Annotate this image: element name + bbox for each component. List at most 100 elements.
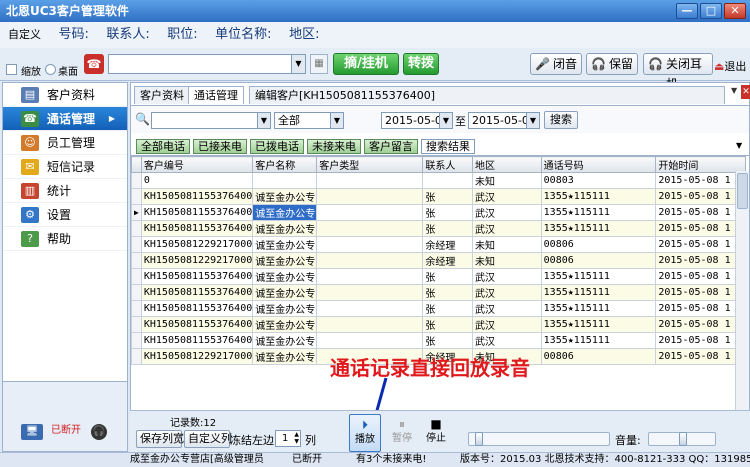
sidebar-item-stats[interactable]: ▥ 统计: [3, 179, 127, 203]
tab-call-management[interactable]: 通话管理: [188, 86, 244, 104]
column-header[interactable]: 客户编号: [140, 156, 254, 173]
search-button[interactable]: 搜索: [544, 111, 578, 129]
close-tab-icon[interactable]: ✕: [741, 85, 750, 99]
table-cell[interactable]: 张: [422, 268, 473, 285]
column-header[interactable]: 客户类型: [316, 156, 424, 173]
table-cell[interactable]: 余经理: [422, 252, 473, 269]
table-cell[interactable]: KH1505081229217000: [140, 252, 254, 269]
table-cell[interactable]: 2015-05-08 1: [655, 204, 746, 221]
table-cell[interactable]: 诚至金办公专: [252, 236, 318, 253]
table-cell[interactable]: [316, 252, 424, 269]
column-header[interactable]: 联系人: [422, 156, 473, 173]
table-cell[interactable]: 未知: [471, 172, 542, 189]
minimize-button[interactable]: —: [676, 3, 698, 19]
transfer-button[interactable]: 转拨: [403, 53, 439, 75]
category-combo[interactable]: 全部 ▼: [274, 112, 344, 129]
table-row[interactable]: KH1505081155376400 诚至金办公专 张武汉 1355★115111 20…: [131, 300, 749, 317]
exit-button[interactable]: ⏏退出: [714, 58, 746, 74]
table-cell[interactable]: 诚至金办公专: [252, 220, 318, 237]
table-cell[interactable]: [316, 332, 424, 349]
table-cell[interactable]: [316, 300, 424, 317]
table-cell[interactable]: [316, 220, 424, 237]
table-row[interactable]: KH1505081229217000 诚至金办公专 余经理 未知 00806 2015-0…: [131, 236, 749, 253]
table-cell[interactable]: 2015-05-08 1: [655, 332, 746, 349]
table-cell[interactable]: [422, 172, 473, 189]
table-cell[interactable]: 2015-05-08 1: [655, 236, 746, 253]
table-cell[interactable]: 2015-05-08 1: [655, 172, 746, 189]
sidebar-item-call[interactable]: ☎ 通话管理 ▶: [3, 107, 127, 131]
subtab-dialed[interactable]: 已拨电话: [250, 139, 304, 154]
table-row[interactable]: KH1505081155376400 诚至金办公专 张武汉 1355★115111 20…: [131, 188, 749, 205]
table-cell[interactable]: KH1505081155376400: [140, 332, 254, 349]
table-cell[interactable]: 张: [422, 316, 473, 333]
table-cell[interactable]: 武汉: [471, 220, 542, 237]
table-cell[interactable]: 0: [140, 172, 254, 189]
table-row[interactable]: KH1505081155376400 诚至金办公专 张武汉 1355★115111 20…: [131, 220, 749, 237]
maximize-button[interactable]: □: [700, 3, 722, 19]
table-cell[interactable]: KH1505081155376400: [140, 188, 254, 205]
subtab-menu-icon[interactable]: ▼: [736, 141, 742, 150]
dial-hangup-button[interactable]: 摘/挂机: [333, 53, 399, 75]
table-cell[interactable]: KH1505081155376400: [140, 300, 254, 317]
keypad-icon[interactable]: ▦: [310, 54, 328, 74]
table-cell[interactable]: 武汉: [471, 268, 542, 285]
shrink-checkbox[interactable]: [6, 64, 17, 75]
table-cell[interactable]: KH1505081155376400: [140, 316, 254, 333]
table-cell[interactable]: 诚至金办公专: [252, 268, 318, 285]
table-cell[interactable]: 1355★115111: [540, 220, 657, 237]
table-cell[interactable]: 1355★115111: [540, 204, 657, 221]
freeze-columns-spinner[interactable]: 1 ▲ ▼: [275, 430, 301, 447]
playback-progress-slider[interactable]: [468, 432, 610, 446]
table-cell[interactable]: 武汉: [471, 300, 542, 317]
table-cell[interactable]: 1355★115111: [540, 268, 657, 285]
subtab-search-results[interactable]: 搜索结果: [421, 139, 475, 154]
table-cell[interactable]: 1355★115111: [540, 188, 657, 205]
table-cell[interactable]: 2015-05-08 1: [655, 252, 746, 269]
table-cell[interactable]: 00806: [540, 252, 657, 269]
table-row[interactable]: ▶ KH1505081155376400 诚至金办公专 张武汉 1355★115111 2…: [131, 204, 749, 221]
scrollbar-thumb[interactable]: [737, 173, 748, 209]
sidebar-item-customer[interactable]: ▤ 客户资料: [3, 83, 127, 107]
table-cell[interactable]: 00806: [540, 236, 657, 253]
tab-edit-customer[interactable]: 编辑客户[KH1505081155376400]: [249, 86, 725, 104]
table-cell[interactable]: [316, 188, 424, 205]
chevron-down-icon[interactable]: ▼: [291, 55, 305, 73]
table-cell[interactable]: 诚至金办公专: [252, 316, 318, 333]
custom-label[interactable]: 自定义: [8, 28, 41, 41]
table-cell[interactable]: KH1505081155376400: [140, 268, 254, 285]
vertical-scrollbar[interactable]: [735, 171, 749, 426]
subtab-missed[interactable]: 未接来电: [307, 139, 361, 154]
table-cell[interactable]: 武汉: [471, 204, 542, 221]
stop-button[interactable]: ■ 停止: [420, 414, 452, 452]
table-cell[interactable]: 张: [422, 284, 473, 301]
volume-thumb[interactable]: [679, 432, 687, 446]
table-cell[interactable]: 00803: [540, 172, 657, 189]
custom-columns-button[interactable]: 自定义列: [184, 430, 232, 448]
close-window-button[interactable]: ✕: [724, 3, 746, 19]
desktop-radio[interactable]: [45, 64, 56, 75]
table-cell[interactable]: 未知: [471, 236, 542, 253]
table-cell[interactable]: 2015-05-08 1: [655, 268, 746, 285]
table-cell[interactable]: 张: [422, 332, 473, 349]
table-cell[interactable]: 武汉: [471, 188, 542, 205]
table-cell[interactable]: 00806: [540, 348, 657, 365]
table-cell[interactable]: KH1505081229217000: [140, 236, 254, 253]
table-cell[interactable]: 诚至金办公专: [252, 300, 318, 317]
table-cell[interactable]: KH1505081155376400: [140, 220, 254, 237]
sidebar-item-settings[interactable]: ⚙ 设置: [3, 203, 127, 227]
column-header[interactable]: 开始时间: [655, 156, 746, 173]
table-cell[interactable]: 武汉: [471, 332, 542, 349]
table-cell[interactable]: 2015-05-08 1: [655, 188, 746, 205]
table-row[interactable]: 0 未知 00803 2015-05-08 1: [131, 172, 749, 189]
table-cell[interactable]: [252, 172, 318, 189]
table-cell[interactable]: 2015-05-08 1: [655, 348, 746, 365]
column-header[interactable]: 客户名称: [252, 156, 318, 173]
table-row[interactable]: KH1505081229217000 诚至金办公专 余经理 未知 00806 2015-0…: [131, 252, 749, 269]
table-cell[interactable]: KH1505081155376400: [140, 204, 254, 221]
hold-button[interactable]: 🎧 保留: [586, 53, 638, 75]
table-cell[interactable]: 2015-05-08 1: [655, 300, 746, 317]
column-header[interactable]: 通话号码: [540, 156, 657, 173]
table-cell[interactable]: 2015-05-08 1: [655, 284, 746, 301]
table-cell[interactable]: 诚至金办公专: [252, 332, 318, 349]
table-cell[interactable]: 1355★115111: [540, 332, 657, 349]
